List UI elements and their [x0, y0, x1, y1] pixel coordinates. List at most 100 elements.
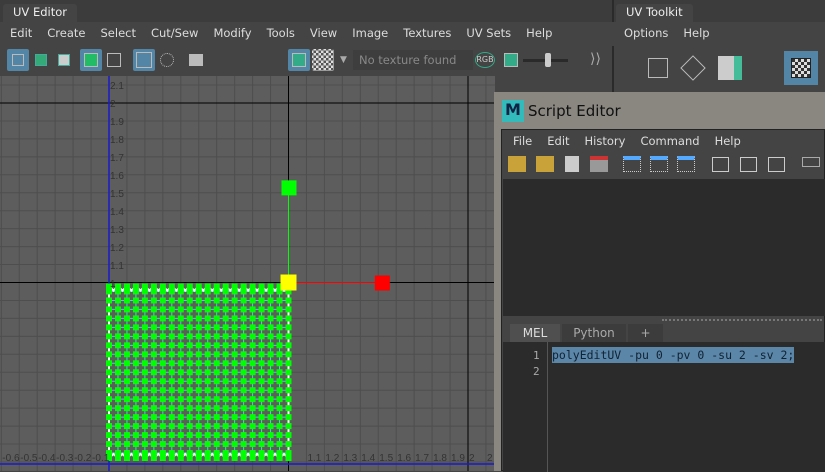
menu-file[interactable]: File — [513, 134, 532, 148]
menu-toolkit-help[interactable]: Help — [683, 26, 709, 40]
uv-point — [240, 306, 247, 313]
code-line-selected[interactable]: polyEditUV -pu 0 -pv 0 -su 2 -sv 2; — [552, 347, 795, 363]
uv-point — [150, 441, 157, 448]
uv-point — [195, 360, 202, 367]
menu-tools[interactable]: Tools — [267, 26, 295, 40]
menu-command[interactable]: Command — [640, 134, 699, 148]
uv-point — [240, 283, 247, 290]
uv-point — [195, 423, 202, 430]
shaded-icon[interactable] — [30, 49, 52, 71]
u-tick-label: -0.3 — [56, 453, 74, 464]
show-history-icon[interactable] — [712, 157, 729, 172]
menu-se-help[interactable]: Help — [715, 134, 741, 148]
source-script-icon[interactable] — [536, 156, 554, 172]
rgb-channel-button[interactable]: RGB — [475, 52, 495, 68]
select-edge-icon[interactable] — [680, 55, 706, 81]
menu-view[interactable]: View — [310, 26, 337, 40]
menu-edit[interactable]: Edit — [10, 26, 32, 40]
uv-point — [285, 315, 292, 322]
add-tab-button[interactable]: + — [628, 324, 663, 342]
tab-uv-toolkit[interactable]: UV Toolkit — [616, 4, 693, 22]
uv-point — [141, 396, 148, 403]
display-mode-icon[interactable] — [7, 49, 29, 71]
menu-textures[interactable]: Textures — [403, 26, 451, 40]
uv-point — [249, 405, 256, 412]
slider-handle[interactable] — [545, 53, 551, 67]
v-tick-label: 1.1 — [110, 260, 124, 272]
clear-history-icon[interactable] — [623, 156, 641, 172]
uv-point — [123, 306, 130, 313]
uv-point — [168, 342, 175, 349]
menu-help[interactable]: Help — [526, 26, 552, 40]
uv-point — [240, 423, 247, 430]
select-face-icon[interactable] — [718, 56, 742, 80]
uv-point — [141, 297, 148, 304]
tab-mel[interactable]: MEL — [510, 324, 560, 342]
uv-point — [204, 432, 211, 439]
show-input-icon[interactable] — [740, 157, 757, 172]
split-handle[interactable] — [662, 319, 822, 321]
uv-point — [267, 306, 274, 313]
uv-point — [114, 423, 121, 430]
save-to-shelf-icon[interactable] — [590, 156, 608, 172]
uv-point — [141, 423, 148, 430]
script-input-panel[interactable]: 1 2 polyEditUV -pu 0 -pv 0 -su 2 -sv 2; — [503, 342, 825, 472]
uv-point — [114, 342, 121, 349]
open-script-icon[interactable] — [508, 156, 526, 172]
select-uv-shell-icon[interactable] — [784, 51, 818, 85]
toolbar-expand-icon[interactable]: ⟩⟩ — [590, 51, 601, 67]
uv-point — [186, 283, 193, 290]
dropdown-arrow-icon[interactable]: ▼ — [340, 55, 347, 65]
uv-point — [159, 369, 166, 376]
camera-icon[interactable] — [185, 49, 207, 71]
filter-icon[interactable] — [80, 49, 102, 71]
uv-point — [114, 432, 121, 439]
uv-point — [159, 396, 166, 403]
uv-point — [276, 324, 283, 331]
uv-point — [204, 387, 211, 394]
menu-uv-sets[interactable]: UV Sets — [466, 26, 511, 40]
grid-icon[interactable] — [133, 49, 155, 71]
menu-cut-sew[interactable]: Cut/Sew — [151, 26, 198, 40]
uv-point — [106, 324, 112, 331]
uv-point — [240, 342, 247, 349]
uv-point — [222, 396, 229, 403]
menu-select[interactable]: Select — [101, 26, 136, 40]
uv-point — [150, 324, 157, 331]
menu-se-edit[interactable]: Edit — [547, 134, 569, 148]
uv-point — [141, 432, 148, 439]
uv-point — [222, 306, 229, 313]
uv-point — [123, 283, 130, 290]
show-both-icon[interactable] — [768, 157, 785, 172]
uv-point — [285, 378, 292, 385]
grid-toggle-icon[interactable] — [103, 49, 125, 71]
menu-modify[interactable]: Modify — [213, 26, 251, 40]
uv-point — [258, 450, 265, 457]
history-output-panel[interactable] — [503, 179, 825, 316]
tab-python[interactable]: Python — [562, 324, 626, 342]
menu-options[interactable]: Options — [624, 26, 668, 40]
image-ratio-icon[interactable] — [500, 49, 522, 71]
uv-viewport[interactable]: 2.1 2 1.9 1.8 1.7 1.6 1.5 1.4 1.3 1.2 1.1 1 -0.6 -0.… — [0, 76, 495, 471]
select-vertex-icon[interactable] — [648, 58, 668, 78]
uv-point — [285, 351, 292, 358]
snap-icon[interactable] — [156, 49, 178, 71]
uv-point — [258, 414, 265, 421]
image-display-icon[interactable] — [288, 49, 310, 71]
checker-icon[interactable] — [312, 49, 334, 71]
tab-uv-editor[interactable]: UV Editor — [3, 4, 77, 22]
uv-grid-canvas[interactable] — [0, 76, 495, 471]
menu-image[interactable]: Image — [352, 26, 388, 40]
uv-point — [258, 432, 265, 439]
menu-create[interactable]: Create — [47, 26, 85, 40]
uv-point — [285, 441, 292, 448]
texture-field[interactable]: No texture found — [353, 50, 473, 70]
echo-commands-icon[interactable] — [802, 157, 820, 167]
distortion-icon[interactable] — [53, 49, 75, 71]
maya-logo-icon: M — [502, 100, 524, 122]
menu-history[interactable]: History — [585, 134, 626, 148]
save-script-icon[interactable] — [565, 156, 579, 172]
clear-input-icon[interactable] — [650, 156, 668, 172]
uv-point — [222, 405, 229, 412]
clear-all-icon[interactable] — [677, 156, 695, 172]
